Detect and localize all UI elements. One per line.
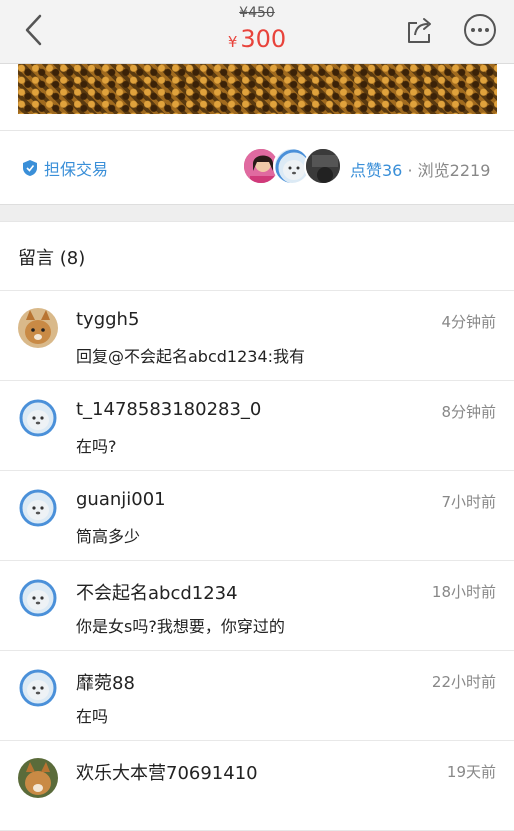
current-price: ¥300: [0, 22, 514, 59]
avatar[interactable]: [18, 668, 58, 708]
avatar[interactable]: [18, 488, 58, 528]
comment-item[interactable]: tyggh5 4分钟前 回复@不会起名abcd1234:我有: [0, 291, 514, 381]
price-value: 300: [240, 25, 287, 53]
avatar-image: [306, 149, 340, 183]
likes-count[interactable]: 点赞36: [350, 161, 402, 180]
seal-avatar-icon: [18, 578, 58, 618]
stats-separator: ·: [407, 161, 413, 180]
comment-time: 19天前: [446, 763, 496, 781]
avatar[interactable]: [18, 758, 58, 798]
shield-icon: [23, 160, 37, 176]
comment-username[interactable]: 欢乐大本营70691410: [76, 759, 258, 785]
seal-avatar-icon: [18, 398, 58, 438]
comment-item[interactable]: guanji001 7小时前 筒高多少: [0, 471, 514, 561]
product-image[interactable]: [18, 64, 497, 114]
liker-avatar[interactable]: [304, 147, 342, 185]
avatar[interactable]: [18, 398, 58, 438]
seal-avatar-icon: [18, 488, 58, 528]
avatar[interactable]: [18, 308, 58, 348]
section-divider: [0, 204, 514, 222]
comment-text: 你是女s吗?我想要，你穿过的: [76, 617, 285, 636]
comment-username[interactable]: t_1478583180283_0: [76, 399, 261, 420]
comment-item[interactable]: 欢乐大本营70691410 19天前: [0, 741, 514, 831]
top-bar: ¥450 ¥300: [0, 0, 514, 64]
share-button[interactable]: [404, 14, 436, 46]
dog-avatar-icon: [18, 308, 58, 348]
comment-item[interactable]: 不会起名abcd1234 18小时前 你是女s吗?我想要，你穿过的: [0, 561, 514, 651]
original-price: ¥450: [239, 5, 275, 21]
currency-symbol: ¥: [227, 33, 238, 51]
comment-username[interactable]: guanji001: [76, 489, 166, 510]
guarantee-label: 担保交易: [44, 160, 109, 179]
views-count: 浏览2219: [417, 161, 491, 180]
guarantee-trade[interactable]: 担保交易: [22, 156, 108, 180]
comment-text: 在吗?: [76, 437, 117, 456]
comment-text: 筒高多少: [76, 527, 141, 546]
dog-avatar-icon: [18, 758, 58, 798]
comment-item[interactable]: 靡菀88 22小时前 在吗: [0, 651, 514, 741]
comment-time: 22小时前: [431, 673, 496, 691]
comment-list: tyggh5 4分钟前 回复@不会起名abcd1234:我有 t_1478583…: [0, 291, 514, 831]
avatar[interactable]: [18, 578, 58, 618]
comment-time: 7小时前: [441, 493, 496, 511]
comment-text: 回复@不会起名abcd1234:我有: [76, 347, 306, 366]
share-icon: [408, 18, 431, 43]
comments-title: 留言 (8): [18, 248, 86, 269]
stats: 点赞36 · 浏览2219: [350, 157, 490, 181]
seal-avatar-icon: [18, 668, 58, 708]
more-button[interactable]: [462, 12, 498, 48]
comment-time: 18小时前: [431, 583, 496, 601]
price-block: ¥450 ¥300: [0, 4, 514, 59]
comment-text: 在吗: [76, 707, 109, 726]
comment-time: 4分钟前: [441, 313, 496, 331]
comment-time: 8分钟前: [441, 403, 496, 421]
comment-username[interactable]: 靡菀88: [76, 669, 135, 695]
comment-username[interactable]: 不会起名abcd1234: [76, 579, 238, 605]
more-icon: [464, 14, 496, 46]
comment-username[interactable]: tyggh5: [76, 309, 139, 330]
info-bar: 担保交易 点赞36 · 浏览2219: [0, 130, 514, 204]
comment-item[interactable]: t_1478583180283_0 8分钟前 在吗?: [0, 381, 514, 471]
